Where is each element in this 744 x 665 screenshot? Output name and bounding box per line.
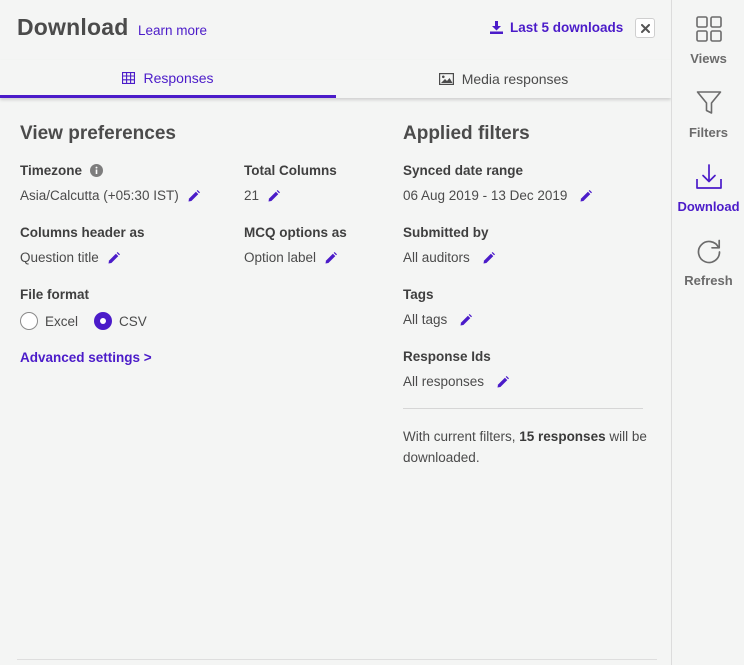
file-format-radio-group: Excel CSV <box>20 312 163 330</box>
response-ids-value: All responses <box>403 374 510 389</box>
sidebar-item-refresh[interactable]: Refresh <box>672 236 744 288</box>
edit-mcq-options-button[interactable] <box>325 251 338 264</box>
panel-header: Download Learn more Last 5 downloads <box>0 0 671 56</box>
grid-icon <box>695 16 722 42</box>
date-range-value-text: 06 Aug 2019 - 13 Dec 2019 <box>403 188 568 203</box>
radio-excel-label: Excel <box>45 313 79 329</box>
applied-filters-title: Applied filters <box>403 123 530 144</box>
advanced-settings-link[interactable]: Advanced settings > <box>20 350 152 365</box>
mcq-options-value-text: Option label <box>244 250 317 265</box>
sidebar-item-download-label: Download <box>677 199 740 214</box>
date-range-label: Synced date range <box>403 163 524 178</box>
radio-excel-circle <box>20 312 38 330</box>
pencil-icon <box>108 251 120 263</box>
tags-value: All tags <box>403 312 473 327</box>
info-icon[interactable] <box>90 164 104 177</box>
pencil-icon <box>325 251 338 263</box>
edit-submitted-by-button[interactable] <box>483 251 495 264</box>
radio-csv-label: CSV <box>119 313 147 329</box>
pencil-icon <box>497 375 510 387</box>
footer-divider <box>17 659 657 660</box>
total-columns-label: Total Columns <box>244 163 337 178</box>
mcq-options-value: Option label <box>244 250 338 265</box>
sidebar-item-views[interactable]: Views <box>672 14 744 66</box>
right-sidebar: Views Filters Download Refresh <box>671 0 744 665</box>
total-columns-value-text: 21 <box>244 188 260 203</box>
tab-media-responses-label: Media responses <box>461 71 569 87</box>
filters-divider <box>403 408 643 409</box>
download-icon <box>695 164 722 189</box>
last-downloads-button[interactable]: Last 5 downloads <box>490 20 623 35</box>
download-icon <box>490 21 503 34</box>
tags-value-text: All tags <box>403 312 448 327</box>
summary-prefix: With current filters, <box>403 429 520 444</box>
date-range-value: 06 Aug 2019 - 13 Dec 2019 <box>403 188 593 203</box>
total-columns-value: 21 <box>244 188 281 203</box>
image-icon <box>438 73 454 85</box>
timezone-label-text: Timezone <box>20 163 83 178</box>
download-panel: Download Learn more Last 5 downloads Res… <box>0 0 671 665</box>
tab-media-responses[interactable]: Media responses <box>336 60 671 98</box>
response-ids-value-text: All responses <box>403 374 485 389</box>
pencil-icon <box>483 251 495 263</box>
radio-excel[interactable]: Excel <box>20 312 78 330</box>
last-downloads-label: Last 5 downloads <box>510 20 624 35</box>
pencil-icon <box>460 313 473 325</box>
timezone-label: Timezone <box>20 163 104 178</box>
tab-responses[interactable]: Responses <box>0 60 336 98</box>
edit-date-range-button[interactable] <box>580 189 593 202</box>
submitted-by-label: Submitted by <box>403 225 489 240</box>
edit-response-ids-button[interactable] <box>497 375 510 388</box>
close-button[interactable] <box>635 18 655 38</box>
close-icon <box>640 23 650 33</box>
sidebar-item-filters-label: Filters <box>688 125 728 140</box>
columns-header-value: Question title <box>20 250 120 265</box>
submitted-by-value: All auditors <box>403 250 495 265</box>
timezone-value: Asia/Calcutta (+05:30 IST) <box>20 188 200 203</box>
columns-header-label: Columns header as <box>20 225 145 240</box>
timezone-value-text: Asia/Calcutta (+05:30 IST) <box>20 188 179 203</box>
view-preferences-title: View preferences <box>20 123 176 144</box>
mcq-options-label: MCQ options as <box>244 225 347 240</box>
sidebar-item-filters[interactable]: Filters <box>672 88 744 140</box>
submitted-by-value-text: All auditors <box>403 250 470 265</box>
tab-bar: Responses Media responses <box>0 60 671 98</box>
response-ids-label: Response Ids <box>403 349 491 364</box>
edit-total-columns-button[interactable] <box>268 189 281 202</box>
radio-csv-circle <box>94 312 113 330</box>
edit-tags-button[interactable] <box>460 313 473 326</box>
tags-label: Tags <box>403 287 434 302</box>
sidebar-item-views-label: Views <box>690 51 727 66</box>
pencil-icon <box>268 189 281 201</box>
learn-more-link[interactable]: Learn more <box>138 23 207 38</box>
edit-columns-header-button[interactable] <box>108 251 120 264</box>
pencil-icon <box>580 189 593 201</box>
summary-count: 15 responses <box>519 429 606 444</box>
sidebar-item-download[interactable]: Download <box>672 162 744 214</box>
download-summary: With current filters, 15 responses will … <box>403 426 648 468</box>
edit-timezone-button[interactable] <box>188 189 200 202</box>
file-format-label: File format <box>20 287 90 302</box>
tab-responses-label: Responses <box>143 69 214 86</box>
refresh-icon <box>697 239 720 264</box>
columns-header-value-text: Question title <box>20 250 99 265</box>
page-title: Download <box>17 14 129 40</box>
sidebar-item-refresh-label: Refresh <box>684 273 733 288</box>
funnel-icon <box>696 91 721 114</box>
radio-csv[interactable]: CSV <box>94 312 147 330</box>
table-icon <box>122 71 136 84</box>
pencil-icon <box>188 189 200 201</box>
